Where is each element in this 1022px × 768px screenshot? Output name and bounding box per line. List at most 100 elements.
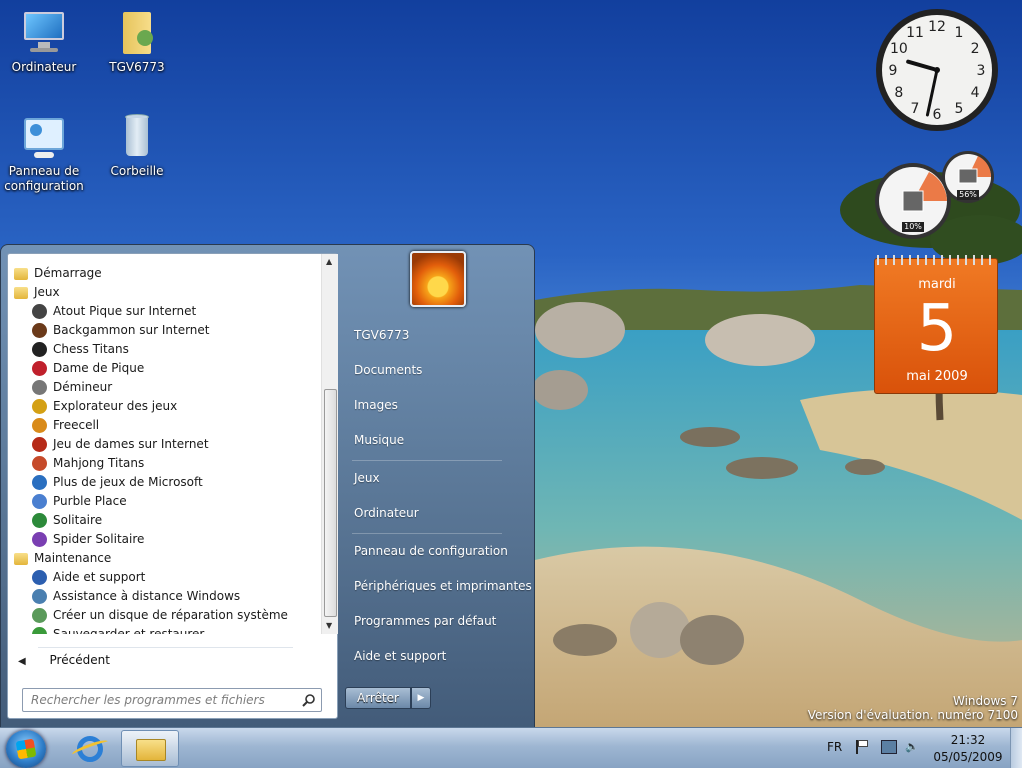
backgammon-icon [32,323,47,338]
user-folder-icon [113,8,161,56]
spade-game-icon [32,304,47,319]
start-button[interactable] [6,730,46,768]
program-item[interactable]: Atout Pique sur Internet [32,302,196,321]
program-item[interactable]: Purble Place [32,492,127,511]
taskbar-explorer-button[interactable] [121,730,179,767]
program-item[interactable]: Aide et support [32,568,145,587]
calendar-rings [877,255,995,265]
program-item[interactable]: Jeu de dames sur Internet [32,435,209,454]
clock-time[interactable]: 21:32 [928,733,1008,747]
cpu-meter-gadget[interactable]: 10% 56% [874,150,996,240]
chess-icon [32,342,47,357]
program-item[interactable]: Freecell [32,416,99,435]
start-place-documents[interactable]: Documents [354,360,422,380]
action-center-flag-icon[interactable] [856,740,870,754]
program-label: Dame de Pique [53,361,145,375]
purble-icon [32,494,47,509]
programs-list: Démarrage Jeux Atout Pique sur Internet Bac… [8,254,321,634]
show-desktop-button[interactable] [1010,728,1022,768]
desktop-icon-label: TGV6773 [109,60,165,74]
program-item[interactable]: Mahjong Titans [32,454,144,473]
program-label: Solitaire [53,513,103,527]
program-item[interactable]: Solitaire [32,511,102,530]
program-item[interactable]: Plus de jeux de Microsoft [32,473,203,492]
desktop-icon-label-line2: configuration [4,179,84,193]
start-menu: Démarrage Jeux Atout Pique sur Internet Bac… [0,244,535,728]
desktop-icon-control-panel[interactable]: Panneau de configuration [4,112,84,194]
program-label: Assistance à distance Windows [53,589,241,603]
program-folder[interactable]: Maintenance [14,549,111,568]
start-place-programmes-par-d-faut[interactable]: Programmes par défaut [354,611,496,631]
language-indicator[interactable]: FR [827,740,842,754]
desktop-icon-recycle-bin[interactable]: Corbeille [97,112,177,179]
programs-scrollbar[interactable]: ▲ ▼ [321,254,338,634]
program-folder[interactable]: Jeux [14,283,60,302]
taskbar: FR 🔈 21:32 05/05/2009 [0,727,1022,768]
more-games-icon [32,475,47,490]
back-arrow-icon: ◀ [18,656,26,667]
taskbar-ie-button[interactable] [61,730,119,767]
program-label: Purble Place [53,494,127,508]
places-pane: TGV6773 Documents Images Musique Jeux Ordinat… [338,245,536,729]
search-input[interactable]: Rechercher les programmes et fichiers [22,688,322,712]
repair-disc-icon [32,608,47,623]
desktop-icon-computer[interactable]: Ordinateur [4,8,84,75]
program-label: Démineur [53,380,113,394]
program-label: Chess Titans [53,342,129,356]
start-place-p-riph-riques-et-imprimantes[interactable]: Périphériques et imprimantes [354,576,532,596]
separator [352,533,502,534]
separator [38,647,293,648]
start-place-images[interactable]: Images [354,395,398,415]
program-folder[interactable]: Démarrage [14,264,102,283]
cpu-value: 10% [904,222,922,231]
clock-number: 3 [977,63,986,79]
programs-pane: Démarrage Jeux Atout Pique sur Internet Bac… [7,253,338,719]
windows-logo-icon [15,738,37,760]
search-icon [302,694,315,707]
start-place-tgv6773[interactable]: TGV6773 [354,325,409,345]
scroll-up-arrow[interactable]: ▲ [326,257,332,266]
calendar-gadget[interactable]: mardi 5 mai 2009 [874,255,998,394]
program-item[interactable]: Sauvegarder et restaurer [32,625,204,634]
program-label: Mahjong Titans [53,456,145,470]
scroll-thumb[interactable] [324,389,337,617]
start-place-ordinateur[interactable]: Ordinateur [354,503,419,523]
program-item[interactable]: Démineur [32,378,112,397]
calendar-day: 5 [916,292,958,366]
program-label: Plus de jeux de Microsoft [53,475,203,489]
network-icon[interactable] [881,740,897,754]
program-label: Démarrage [34,266,102,280]
program-item[interactable]: Assistance à distance Windows [32,587,240,606]
clock-number: 7 [911,101,920,117]
separator [352,460,502,461]
spider-icon [32,532,47,547]
shutdown-button[interactable]: Arrêter [345,687,411,709]
mahjong-icon [32,456,47,471]
hearts-icon [32,361,47,376]
program-label: Spider Solitaire [53,532,145,546]
scroll-down-arrow[interactable]: ▼ [326,621,332,630]
user-avatar[interactable] [410,251,466,307]
program-label: Jeu de dames sur Internet [53,437,209,451]
volume-muted-icon[interactable]: 🔈 [905,740,921,754]
program-item[interactable]: Explorateur des jeux [32,397,177,416]
clock-gadget[interactable]: 12 1 2 3 4 5 6 7 8 9 10 11 [874,7,1000,133]
program-label: Atout Pique sur Internet [53,304,197,318]
program-item[interactable]: Dame de Pique [32,359,144,378]
program-item[interactable]: Chess Titans [32,340,129,359]
folder-icon [14,287,28,299]
shutdown-options-button[interactable]: ▶ [411,687,431,709]
desktop-icon-user-folder[interactable]: TGV6773 [97,8,177,75]
start-place-musique[interactable]: Musique [354,430,404,450]
program-item[interactable]: Créer un disque de réparation système [32,606,288,625]
start-place-jeux[interactable]: Jeux [354,468,380,488]
clock-number: 12 [928,19,946,35]
start-place-aide-et-support[interactable]: Aide et support [354,646,446,666]
program-item[interactable]: Backgammon sur Internet [32,321,210,340]
start-place-panneau-de-configuration[interactable]: Panneau de configuration [354,541,508,561]
windows-explorer-icon [136,739,166,761]
back-button[interactable]: ◀ Précédent [18,650,110,670]
program-item[interactable]: Spider Solitaire [32,530,144,549]
folder-icon [14,268,28,280]
clock-date[interactable]: 05/05/2009 [928,750,1008,764]
